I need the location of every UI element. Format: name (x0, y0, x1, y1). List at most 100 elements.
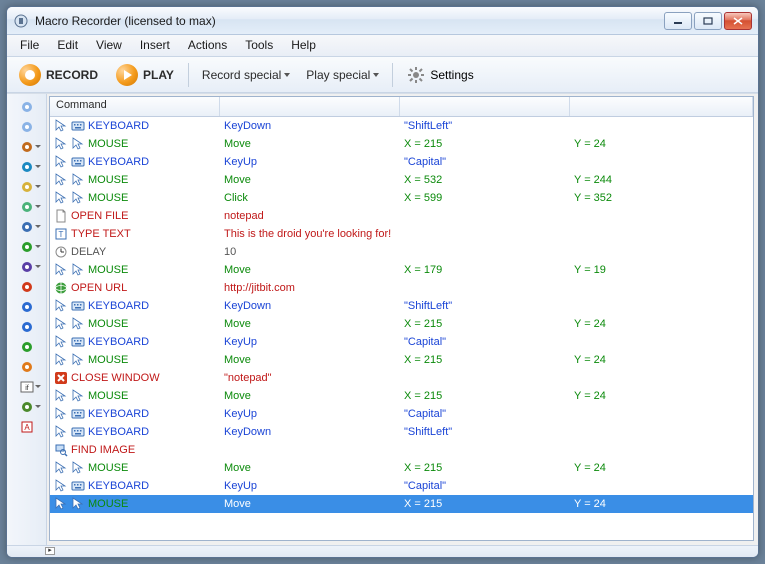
table-row[interactable]: MOUSEMoveX = 532Y = 244 (50, 171, 753, 189)
mouse-icon (71, 317, 85, 331)
sidebar-mouse-icon[interactable] (11, 98, 43, 116)
table-row[interactable]: MOUSEMoveX = 215Y = 24 (50, 495, 753, 513)
record-label: RECORD (46, 68, 98, 82)
command-param3: Y = 24 (570, 351, 753, 369)
menu-tools[interactable]: Tools (236, 35, 282, 56)
sidebar-copy-icon[interactable] (11, 198, 43, 216)
table-row[interactable]: OPEN URLhttp://jitbit.com (50, 279, 753, 297)
table-row[interactable]: OPEN FILEnotepad (50, 207, 753, 225)
menu-actions[interactable]: Actions (179, 35, 236, 56)
mouse-icon (71, 191, 85, 205)
record-special-dropdown[interactable]: Record special (197, 65, 295, 85)
command-name: OPEN FILE (71, 210, 128, 222)
command-param2 (400, 225, 570, 243)
table-row[interactable]: DELAY10 (50, 243, 753, 261)
table-row[interactable]: MOUSEMoveX = 215Y = 24 (50, 315, 753, 333)
table-row[interactable]: MOUSEMoveX = 215Y = 24 (50, 459, 753, 477)
command-param2: "ShiftLeft" (400, 117, 570, 135)
table-row[interactable]: CLOSE WINDOW"notepad" (50, 369, 753, 387)
cursor-icon (54, 299, 68, 313)
grid-body[interactable]: KEYBOARDKeyDown"ShiftLeft"MOUSEMoveX = 2… (50, 117, 753, 540)
sidebar-color-picker-icon[interactable] (11, 238, 43, 256)
play-label: PLAY (143, 68, 174, 82)
command-param1: Move (220, 315, 400, 333)
column-header[interactable] (400, 97, 570, 116)
mouse-icon (71, 137, 85, 151)
command-name: MOUSE (88, 462, 128, 474)
cursor-icon (54, 497, 68, 511)
sidebar-power-icon[interactable] (11, 278, 43, 296)
table-row[interactable]: KEYBOARDKeyUp"Capital" (50, 333, 753, 351)
if-icon: if (20, 380, 34, 394)
sidebar-delay-icon[interactable] (11, 138, 43, 156)
minimize-button[interactable] (664, 12, 692, 30)
menu-edit[interactable]: Edit (48, 35, 87, 56)
menu-file[interactable]: File (11, 35, 48, 56)
color-picker-icon (20, 240, 34, 254)
table-row[interactable]: MOUSEMoveX = 215Y = 24 (50, 351, 753, 369)
table-row[interactable]: MOUSEClickX = 599Y = 352 (50, 189, 753, 207)
command-name: MOUSE (88, 138, 128, 150)
table-row[interactable]: KEYBOARDKeyUp"Capital" (50, 153, 753, 171)
mouse-icon (71, 389, 85, 403)
command-param3 (570, 477, 753, 495)
settings-button[interactable]: Settings (401, 63, 479, 87)
mouse-icon (71, 173, 85, 187)
table-row[interactable]: MOUSEMoveX = 215Y = 24 (50, 387, 753, 405)
table-row[interactable]: KEYBOARDKeyDown"ShiftLeft" (50, 423, 753, 441)
chevron-down-icon (35, 385, 41, 388)
maximize-button[interactable] (694, 12, 722, 30)
table-row[interactable]: KEYBOARDKeyDown"ShiftLeft" (50, 297, 753, 315)
command-name: TYPE TEXT (71, 228, 131, 240)
sidebar-play-small-icon[interactable] (11, 358, 43, 376)
table-row[interactable]: FIND IMAGE (50, 441, 753, 459)
column-header[interactable] (220, 97, 400, 116)
findimage-icon (54, 443, 68, 457)
command-name: MOUSE (88, 390, 128, 402)
column-header-command[interactable]: Command (50, 97, 220, 116)
command-param3 (570, 243, 753, 261)
table-row[interactable]: KEYBOARDKeyUp"Capital" (50, 405, 753, 423)
titlebar[interactable]: Macro Recorder (licensed to max) (7, 7, 758, 35)
sidebar-repeat-icon[interactable] (11, 158, 43, 176)
cursor-icon (54, 119, 68, 133)
table-row[interactable]: KEYBOARDKeyDown"ShiftLeft" (50, 117, 753, 135)
grid-header[interactable]: Command (50, 97, 753, 117)
status-strip: ▸ (7, 545, 758, 557)
sidebar-goto-icon[interactable] (11, 398, 43, 416)
expander-toggle[interactable]: ▸ (45, 547, 55, 555)
sidebar-image-icon[interactable] (11, 258, 43, 276)
sidebar-file-icon[interactable] (11, 178, 43, 196)
sidebar-keyboard-icon[interactable] (11, 118, 43, 136)
column-header[interactable] (570, 97, 753, 116)
sidebar-info-icon[interactable] (11, 318, 43, 336)
keyboard-icon (71, 299, 85, 313)
command-param1 (220, 441, 400, 459)
cursor-icon (54, 317, 68, 331)
play-special-dropdown[interactable]: Play special (301, 65, 384, 85)
record-button[interactable]: RECORD (13, 61, 104, 89)
content-area: ifA Command KEYBOARDKeyDown"ShiftLeft"MO… (7, 93, 758, 545)
cursor-icon (54, 263, 68, 277)
sidebar-label-icon[interactable]: A (11, 418, 43, 436)
table-row[interactable]: TYPE TEXTThis is the droid you're lookin… (50, 225, 753, 243)
app-icon (13, 13, 29, 29)
table-row[interactable]: MOUSEMoveX = 179Y = 19 (50, 261, 753, 279)
mouse-icon (71, 263, 85, 277)
sidebar-if-icon[interactable]: if (11, 378, 43, 396)
table-row[interactable]: KEYBOARDKeyUp"Capital" (50, 477, 753, 495)
menu-help[interactable]: Help (282, 35, 325, 56)
command-param1: KeyDown (220, 297, 400, 315)
command-param1: Move (220, 495, 400, 513)
menu-insert[interactable]: Insert (131, 35, 179, 56)
table-row[interactable]: MOUSEMoveX = 215Y = 24 (50, 135, 753, 153)
command-param3: Y = 24 (570, 459, 753, 477)
cursor-icon (54, 353, 68, 367)
command-param1: Move (220, 351, 400, 369)
sidebar-type-icon[interactable] (11, 218, 43, 236)
play-button[interactable]: PLAY (110, 61, 180, 89)
menu-view[interactable]: View (87, 35, 131, 56)
sidebar-refresh-icon[interactable] (11, 338, 43, 356)
close-button[interactable] (724, 12, 752, 30)
sidebar-web-icon[interactable] (11, 298, 43, 316)
